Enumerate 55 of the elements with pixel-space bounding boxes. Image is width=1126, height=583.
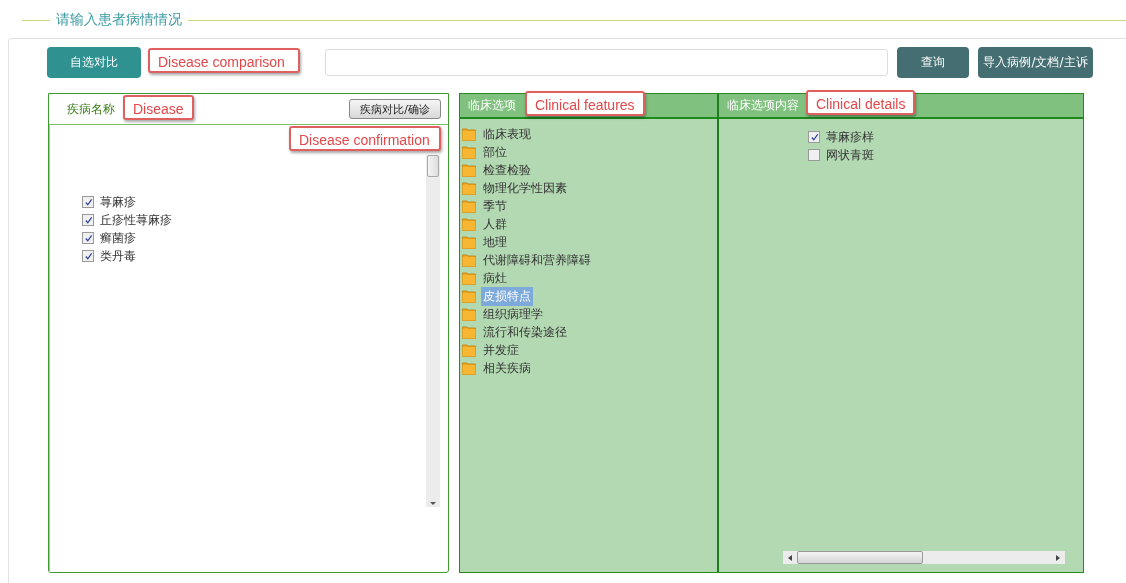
annotation-callout: Disease comparison xyxy=(148,48,300,73)
checkbox[interactable] xyxy=(808,131,820,143)
search-field[interactable] xyxy=(325,49,888,76)
folder-icon xyxy=(462,289,476,303)
folder-icon xyxy=(462,307,476,321)
folder-icon xyxy=(462,343,476,357)
folder-icon xyxy=(462,163,476,177)
annotation-callout: Clinical features xyxy=(525,91,645,116)
folder-icon xyxy=(462,145,476,159)
tree-item[interactable]: 物理化学性因素 xyxy=(481,178,569,198)
tree-item[interactable]: 检查检验 xyxy=(481,160,533,180)
checkbox-label: 癣菌疹 xyxy=(100,229,136,247)
checkbox-label: 网状青斑 xyxy=(826,146,874,164)
tree-item[interactable]: 并发症 xyxy=(481,340,521,360)
checkbox[interactable] xyxy=(82,232,94,244)
checkbox-label: 类丹毒 xyxy=(100,247,136,265)
checkbox[interactable] xyxy=(82,214,94,226)
annotation-callout: Disease confirmation xyxy=(289,126,441,151)
compare-button[interactable]: 自选对比 xyxy=(47,47,141,78)
tree-item[interactable]: 流行和传染途径 xyxy=(481,322,569,342)
folder-icon xyxy=(462,235,476,249)
vertical-scrollbar[interactable] xyxy=(426,155,440,507)
tree-item[interactable]: 组织病理学 xyxy=(481,304,545,324)
folder-icon xyxy=(462,127,476,141)
section-title: 请输入患者病情情况 xyxy=(55,11,183,29)
checkbox[interactable] xyxy=(82,196,94,208)
checkbox-label: 丘疹性荨麻疹 xyxy=(100,211,172,229)
annotation-callout: Disease xyxy=(123,95,194,120)
checkbox[interactable] xyxy=(82,250,94,262)
tree-item[interactable]: 季节 xyxy=(481,196,509,216)
tree-item[interactable]: 部位 xyxy=(481,142,509,162)
confirm-button[interactable]: 疾病对比/确诊 xyxy=(349,99,441,119)
folder-icon xyxy=(462,361,476,375)
folder-icon xyxy=(462,325,476,339)
tree-item[interactable]: 临床表现 xyxy=(481,124,533,144)
panel-title: 疾病名称 xyxy=(67,100,115,118)
column-header: 临床选项 xyxy=(468,97,516,114)
import-button[interactable]: 导入病例/文档/主诉 xyxy=(978,47,1093,78)
checkbox-label: 荨麻疹样 xyxy=(826,128,874,146)
checkbox-label: 荨麻疹 xyxy=(100,193,136,211)
tree-item[interactable]: 地理 xyxy=(481,232,509,252)
folder-icon xyxy=(462,253,476,267)
column-header: 临床选项内容 xyxy=(727,97,799,114)
annotation-callout: Clinical details xyxy=(806,90,916,115)
tree-item[interactable]: 代谢障碍和营养障碍 xyxy=(481,250,593,270)
tree-item[interactable]: 人群 xyxy=(481,214,509,234)
tree-item[interactable]: 相关疾病 xyxy=(481,358,533,378)
tree-item[interactable]: 病灶 xyxy=(481,268,509,288)
folder-icon xyxy=(462,217,476,231)
checkbox[interactable] xyxy=(808,149,820,161)
horizontal-scrollbar[interactable] xyxy=(783,551,1065,564)
query-button[interactable]: 查询 xyxy=(897,47,969,78)
folder-icon xyxy=(462,271,476,285)
folder-icon xyxy=(462,181,476,195)
folder-icon xyxy=(462,199,476,213)
